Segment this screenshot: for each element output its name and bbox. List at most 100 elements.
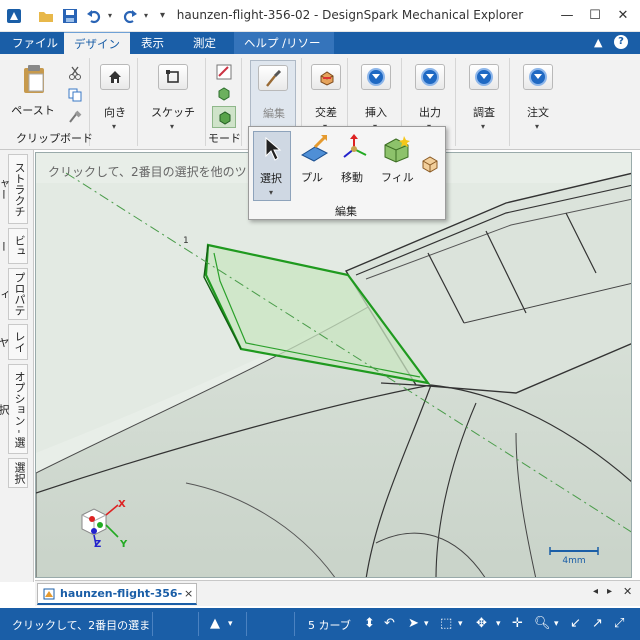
sketch-button[interactable]: スケッチ ▾ [150,60,196,132]
investigate-group: 調査 ▾ [458,58,510,146]
undo-select-icon[interactable]: ↶ [384,616,395,631]
investigate-dropdown-icon: ▾ [481,122,486,131]
side-tab-view[interactable]: ビュー [0,228,28,264]
orient-button[interactable]: 向き ▾ [94,60,136,132]
tab-design[interactable]: デザイン [64,32,130,54]
axis-y-label: Y [119,539,128,550]
help-icon[interactable]: ? [614,35,628,49]
side-tab-selection[interactable]: 選択 [8,458,28,488]
save-icon[interactable] [62,8,78,24]
viewport-hint: クリックして、2番目の選択を他のツ [48,165,247,179]
order-dropdown-icon: ▾ [535,122,540,131]
rotate-dropdown-icon[interactable]: ▾ [496,619,501,629]
select-tool-button[interactable]: 選択 ▾ [253,131,291,201]
document-tab-close-icon[interactable]: × [184,584,193,604]
cut-icon[interactable] [68,66,82,80]
output-button[interactable]: 出力 ▾ [410,60,450,132]
insert-icon [367,68,385,86]
box-select-icon[interactable]: ⬚ [440,616,452,631]
select-dropdown-icon: ▾ [269,188,274,197]
cursor-arrow-icon [265,136,282,161]
redo-dropdown-icon[interactable]: ▾ [144,11,148,20]
fill-icon [384,136,410,163]
minimize-icon[interactable]: — [556,6,578,26]
undo-icon[interactable] [86,8,102,24]
side-tab-selection-options[interactable]: オプション - 選択 [0,364,28,454]
tab-display[interactable]: 表示 [131,32,174,54]
sketch-icon [166,70,179,83]
paste-button[interactable]: ペースト [8,62,58,118]
zoom-dropdown-icon[interactable]: ▾ [554,619,559,629]
axis-z-label: Z [94,539,101,550]
document-tab[interactable]: haunzen-flight-356-02* × [37,583,197,620]
document-tab-bar: haunzen-flight-356-02* × ◂ ▸ ✕ [35,580,640,620]
intersect-button[interactable]: 交差 ▾ [306,60,346,132]
tab-close-all-icon[interactable]: ✕ [623,585,632,598]
axis-x-label: X [118,499,126,510]
open-folder-icon[interactable] [38,8,54,24]
undo-dropdown-icon[interactable]: ▾ [108,11,112,20]
select-cursor-icon[interactable]: ➤ [408,616,419,631]
edit-tools-popup: 選択 ▾ プル 移動 フィル 編集 [248,126,446,220]
edit-button[interactable]: 編集 [250,60,296,132]
redo-icon[interactable] [122,8,138,24]
maximize-icon[interactable]: ☐ [584,6,606,26]
order-button[interactable]: 注文 ▾ [518,60,558,132]
pan-icon[interactable]: ✛ [512,616,523,631]
axis-marker-label: 1 [183,236,189,246]
intersect-icon [320,71,334,86]
edit-popup-group-label: 編集 [335,205,357,218]
selection-count: 5 カーブ [308,619,351,632]
zoom-icon[interactable]: 🔍︎ [534,616,551,631]
rotate-view-icon[interactable]: ✥ [476,616,487,631]
order-icon [529,68,547,86]
insert-button[interactable]: 挿入 ▾ [356,60,396,132]
mode-group: モード [208,58,242,146]
tab-help-resources[interactable]: ヘルプ /リソース [234,32,334,72]
sketch-group: スケッチ ▾ [140,58,206,146]
investigate-button[interactable]: 調査 ▾ [464,60,504,132]
tab-scroll-left-icon[interactable]: ◂ [593,586,598,597]
box-select-dropdown-icon[interactable]: ▾ [458,619,463,629]
tab-measure[interactable]: 測定 [183,32,226,54]
ribbon-tabs: ファイル デザイン 表示 測定 ヘルプ /リソース ▲ ? [0,32,640,72]
brush-icon [266,70,282,87]
status-up-arrow-icon[interactable]: ▲ [210,616,220,631]
ribbon-collapse-icon[interactable]: ▲ [594,36,602,49]
side-tab-layers[interactable]: レイヤ [0,324,28,360]
sketch-mode-icon[interactable] [216,64,232,80]
title-bar: ▾ ▾ ▾ haunzen-flight-356-02 - DesignSpar… [0,0,640,32]
format-painter-icon[interactable] [68,110,82,124]
close-icon[interactable]: ✕ [612,6,634,26]
3d-mode-icon [219,111,231,125]
fill-tool-button[interactable]: フィル [379,131,415,187]
tab-scroll-right-icon[interactable]: ▸ [607,586,612,597]
clipboard-icon [24,65,44,93]
blend-icon[interactable] [421,155,439,173]
scale-bar-label: 4mm [562,556,585,566]
output-icon [421,68,439,86]
previous-view-icon[interactable]: ↙ [570,616,581,631]
order-group: 注文 ▾ [512,58,564,146]
status-bar: クリックして、2番目の選ま ▲ ▾ 5 カーブ ⬍ ↶ ➤ ▾ ⬚ ▾ ✥ ▾ … [0,608,640,640]
side-panel-tabs: ストラクチャー ビュー プロパティ レイヤ オプション - 選択 選択 [0,150,34,582]
fit-view-icon[interactable]: ⤢ [614,616,624,631]
clipboard-group: ペースト クリップボード [2,58,93,146]
clipboard-group-label: クリップボード [16,132,93,145]
next-view-icon[interactable]: ↗ [592,616,603,631]
side-tab-structure[interactable]: ストラクチャー [0,154,28,224]
side-tab-properties[interactable]: プロパティ [0,268,28,320]
status-message: クリックして、2番目の選ま [12,619,151,632]
tab-file[interactable]: ファイル [2,32,68,54]
select-mode-dropdown-icon[interactable]: ▾ [424,619,429,629]
app-logo-icon [7,9,21,23]
section-mode-icon[interactable] [216,86,232,102]
3d-mode-button[interactable] [212,106,236,128]
document-icon [43,588,55,600]
copy-icon[interactable] [68,88,82,102]
pull-icon [300,135,329,162]
status-dropdown-icon[interactable]: ▾ [228,619,233,629]
move-tool-button[interactable]: 移動 [335,131,375,187]
pull-tool-button[interactable]: プル [295,131,331,187]
selection-stepper-icon[interactable]: ⬍ [364,616,375,631]
